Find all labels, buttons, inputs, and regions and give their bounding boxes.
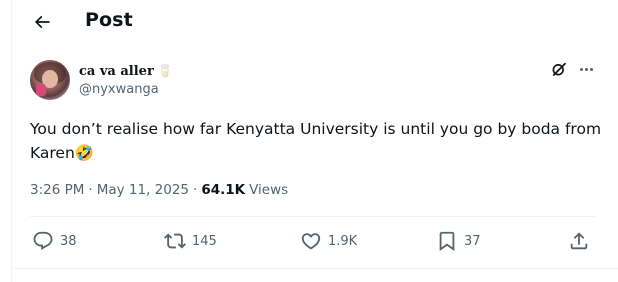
heart-icon <box>301 233 321 250</box>
arrow-left-icon <box>34 15 50 29</box>
page-header: Post <box>12 0 618 44</box>
bottom-divider <box>12 268 618 269</box>
more-dot-icon <box>579 67 583 71</box>
repost-count: 145 <box>192 233 217 249</box>
grok-button[interactable] <box>550 60 568 78</box>
back-button[interactable] <box>28 8 56 36</box>
bookmark-count: 37 <box>464 233 481 249</box>
views-count[interactable]: 64.1K <box>201 182 245 198</box>
more-dot-icon <box>584 67 588 71</box>
post-page: Post ca va aller 🥛 @nyxwanga You don’t r… <box>0 0 618 282</box>
name-emoji: 🥛 <box>157 64 173 78</box>
grok-icon <box>552 62 566 76</box>
reply-button[interactable]: 38 <box>32 228 77 254</box>
author-handle[interactable]: @nyxwanga <box>79 82 159 97</box>
repost-icon <box>164 233 186 249</box>
reply-count: 38 <box>60 233 77 249</box>
views-label: Views <box>249 182 289 198</box>
author-name-row[interactable]: ca va aller 🥛 <box>79 62 173 80</box>
tweet-text: You don’t realise how far Kenyatta Unive… <box>30 120 602 162</box>
reply-icon <box>33 231 53 250</box>
page-title: Post <box>85 9 133 31</box>
bookmark-icon <box>439 231 455 252</box>
more-dot-icon <box>589 67 593 71</box>
meta-separator: · <box>193 182 198 198</box>
tweet-meta: 3:26 PM · May 11, 2025 · 64.1K Views <box>30 181 288 199</box>
avatar[interactable] <box>30 60 70 100</box>
bookmark-button[interactable]: 37 <box>436 228 481 254</box>
action-bar: 38 145 1.9K 37 <box>30 228 596 254</box>
share-button[interactable] <box>568 228 590 254</box>
divider <box>30 216 596 217</box>
meta-separator: · <box>88 182 93 198</box>
tweet-date[interactable]: May 11, 2025 <box>97 182 189 198</box>
tweet-time[interactable]: 3:26 PM <box>30 182 84 198</box>
like-button[interactable]: 1.9K <box>300 228 357 254</box>
avatar-detail <box>36 84 46 96</box>
like-count: 1.9K <box>328 233 358 249</box>
repost-button[interactable]: 145 <box>164 228 217 254</box>
author-display-name[interactable]: ca va aller <box>79 64 154 79</box>
more-options-button[interactable] <box>576 60 596 78</box>
share-icon <box>570 232 588 250</box>
